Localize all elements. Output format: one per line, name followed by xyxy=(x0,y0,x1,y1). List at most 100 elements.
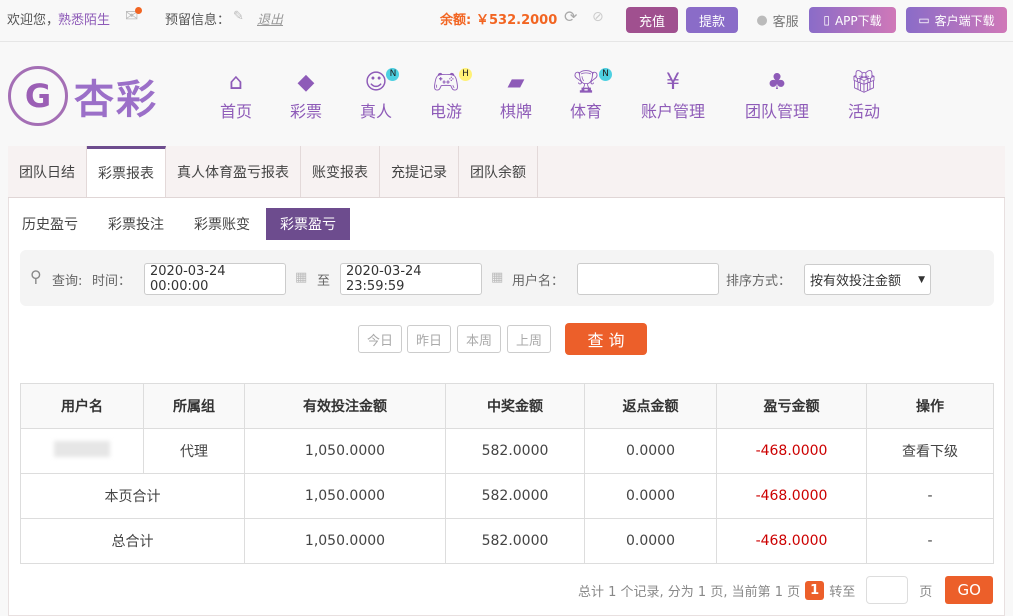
team-icon: ♣ xyxy=(767,70,787,95)
service-avatar-icon: ● xyxy=(756,12,768,28)
start-time-input[interactable]: 2020-03-24 00:00:00 xyxy=(144,263,286,295)
goto-label: 转至 xyxy=(829,584,856,600)
sort-select[interactable]: 按有效投注金额 ▼ xyxy=(804,264,931,295)
col-pl: 盈亏金额 xyxy=(716,383,867,429)
col-action: 操作 xyxy=(866,383,994,429)
nav-item-0[interactable]: ⌂ 首页 xyxy=(196,70,276,122)
username-cell xyxy=(20,428,144,474)
edit-icon[interactable]: ✎ xyxy=(233,9,244,24)
nav-label: 团队管理 xyxy=(744,102,809,121)
to-label: 至 xyxy=(317,274,331,289)
balance-value: ￥532.2000 xyxy=(476,13,558,28)
nav-item-6[interactable]: ¥ 账户管理 xyxy=(633,70,713,122)
customer-service-button[interactable]: ● 客服 xyxy=(750,7,805,33)
time-label: 时间： xyxy=(92,274,132,289)
tab-live-sports-pl[interactable]: 真人体育盈亏报表 xyxy=(166,146,301,197)
calendar-icon[interactable]: ▦ xyxy=(491,270,503,285)
withdraw-button[interactable]: 提款 xyxy=(686,7,738,33)
logout-link[interactable]: 退出 xyxy=(257,9,283,28)
nav-item-7[interactable]: ♣ 团队管理 xyxy=(737,70,817,122)
nav-item-2[interactable]: ☺ N 真人 xyxy=(336,68,416,122)
pagination: 总计 1 个记录, 分为 1 页, 当前第 1 页 1 转至 页 GO xyxy=(578,576,994,604)
ticket-icon: ◆ xyxy=(297,70,315,95)
gamepad-icon: 🎮︎ H xyxy=(406,68,486,96)
nav-item-1[interactable]: ◆ 彩票 xyxy=(266,70,346,122)
subtab-lottery-changes[interactable]: 彩票账变 xyxy=(180,208,264,240)
nav-label: 活动 xyxy=(847,102,880,121)
last-week-button[interactable]: 上周 xyxy=(507,325,551,353)
nav-item-3[interactable]: 🎮︎ H 电游 xyxy=(406,68,486,122)
service-label: 客服 xyxy=(772,14,799,30)
col-username: 用户名 xyxy=(20,383,144,429)
logo[interactable]: G 杏彩 xyxy=(8,66,158,126)
rebate-cell: 0.0000 xyxy=(584,428,717,474)
grand-total-row: 总合计 1,050.0000 582.0000 0.0000 -468.0000… xyxy=(20,518,994,564)
page-label: 页 xyxy=(919,584,933,600)
dealer-icon: ☺ N xyxy=(336,68,416,96)
app-download-button[interactable]: ▯ APP下载 xyxy=(809,7,896,33)
this-week-button[interactable]: 本周 xyxy=(457,325,501,353)
lottery-pl-table: 用户名 所属组 有效投注金额 中奖金额 返点金额 盈亏金额 操作 代理 1,05… xyxy=(20,383,994,564)
grand-total-label: 总合计 xyxy=(20,518,245,564)
welcome-text: 欢迎您， xyxy=(7,13,60,28)
nav-label: 首页 xyxy=(219,102,252,121)
trophy-icon: 🏆︎ N xyxy=(546,68,626,96)
page-total-label: 本页合计 xyxy=(20,473,245,519)
pl-cell: -468.0000 xyxy=(716,518,867,564)
calendar-icon[interactable]: ▦ xyxy=(295,270,307,285)
monitor-icon: ▭ xyxy=(918,13,930,27)
group-cell: 代理 xyxy=(143,428,245,474)
tab-team-balance[interactable]: 团队余额 xyxy=(459,146,538,197)
username-input[interactable] xyxy=(577,263,719,295)
client-download-button[interactable]: ▭ 客户端下载 xyxy=(906,7,1007,33)
tab-lottery-report[interactable]: 彩票报表 xyxy=(87,146,166,197)
search-icon: ⚲ xyxy=(30,267,42,286)
col-valid-bet: 有效投注金额 xyxy=(244,383,446,429)
win-cell: 582.0000 xyxy=(445,428,585,474)
tab-deposit-withdraw[interactable]: 充提记录 xyxy=(380,146,459,197)
yesterday-button[interactable]: 昨日 xyxy=(407,325,451,353)
goto-page-input[interactable] xyxy=(866,576,909,604)
top-bar: 欢迎您， 熟悉陌生 ✉ 预留信息： ✎ 退出 余额: ￥532.2000 ⟳ ⊘… xyxy=(0,0,1013,42)
nav-item-4[interactable]: ▰ 棋牌 xyxy=(476,70,556,122)
action-cell: - xyxy=(866,518,994,564)
sort-value: 按有效投注金额 xyxy=(810,274,902,289)
win-cell: 582.0000 xyxy=(445,473,585,519)
phone-icon: ▯ xyxy=(823,13,830,27)
recharge-button[interactable]: 充值 xyxy=(626,7,678,33)
subtab-lottery-pl[interactable]: 彩票盈亏 xyxy=(266,208,350,240)
hide-eye-icon[interactable]: ⊘ xyxy=(592,9,604,25)
action-cell: - xyxy=(866,473,994,519)
nav-item-8[interactable]: 🎁︎ 活动 xyxy=(824,70,904,122)
today-button[interactable]: 今日 xyxy=(358,325,402,353)
view-subordinates-link[interactable]: 查看下级 xyxy=(866,428,994,474)
subtab-history-pl[interactable]: 历史盈亏 xyxy=(8,208,92,240)
search-button[interactable]: 查 询 xyxy=(565,323,647,355)
col-group: 所属组 xyxy=(143,383,245,429)
current-page[interactable]: 1 xyxy=(805,580,825,600)
username[interactable]: 熟悉陌生 xyxy=(58,9,110,28)
nav-label: 棋牌 xyxy=(499,102,532,121)
nav-badge: N xyxy=(386,68,400,81)
logo-text: 杏彩 xyxy=(74,77,158,123)
subtab-lottery-bets[interactable]: 彩票投注 xyxy=(94,208,178,240)
end-time-input[interactable]: 2020-03-24 23:59:59 xyxy=(340,263,482,295)
nav-label: 真人 xyxy=(359,102,392,121)
app-download-label: APP下载 xyxy=(834,13,882,28)
chevron-down-icon: ▼ xyxy=(918,274,925,285)
nav-badge: H xyxy=(458,68,472,81)
query-label: 查询: xyxy=(52,274,83,289)
sort-label: 排序方式： xyxy=(726,274,792,289)
nav-item-5[interactable]: 🏆︎ N 体育 xyxy=(546,68,626,122)
tab-account-change[interactable]: 账变报表 xyxy=(301,146,380,197)
mail-icon[interactable]: ✉ xyxy=(125,6,143,25)
refresh-icon[interactable]: ⟳ xyxy=(564,7,577,26)
pager-summary: 总计 1 个记录, 分为 1 页, 当前第 1 页 xyxy=(578,584,801,600)
tab-team-daily[interactable]: 团队日结 xyxy=(8,146,87,197)
home-icon: ⌂ xyxy=(229,70,243,95)
win-cell: 582.0000 xyxy=(445,518,585,564)
go-button[interactable]: GO xyxy=(945,576,994,604)
table-row: 代理 1,050.0000 582.0000 0.0000 -468.0000 … xyxy=(20,428,994,474)
col-rebate: 返点金额 xyxy=(584,383,717,429)
cards-icon: ▰ xyxy=(507,70,525,95)
